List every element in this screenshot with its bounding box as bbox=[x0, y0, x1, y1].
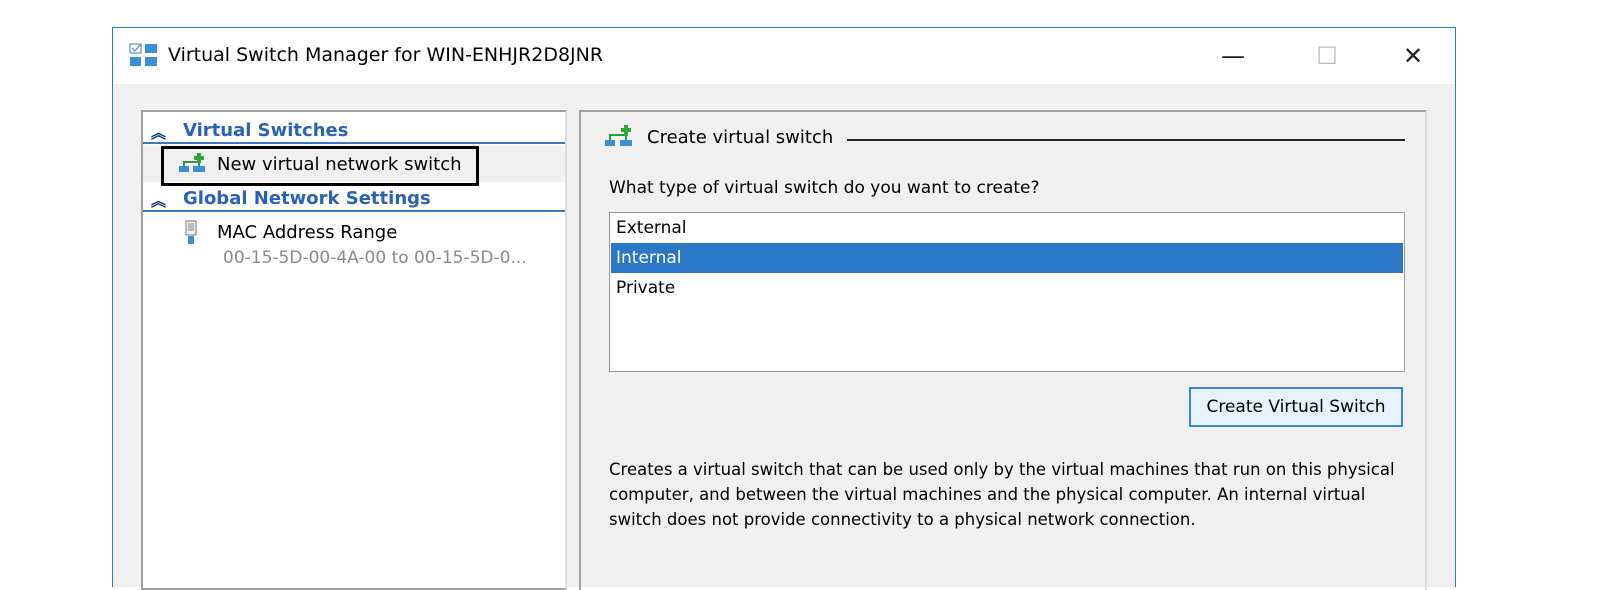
option-internal[interactable]: Internal bbox=[611, 243, 1403, 273]
details-pane: Create virtual switch What type of virtu… bbox=[579, 110, 1427, 590]
network-adapter-icon bbox=[185, 220, 197, 244]
section-title: Create virtual switch bbox=[647, 127, 834, 148]
sidebar-item-new-switch[interactable]: New virtual network switch bbox=[143, 146, 565, 186]
maximize-button[interactable]: ☐ bbox=[1307, 38, 1347, 74]
sidebar-item-mac-range[interactable]: MAC Address Range 00-15-5D-00-4A-00 to 0… bbox=[143, 218, 565, 274]
switch-type-list[interactable]: External Internal Private bbox=[609, 212, 1405, 372]
virtual-switches-header[interactable]: ︽ Virtual Switches bbox=[143, 120, 565, 144]
virtual-switch-manager-window: Virtual Switch Manager for WIN-ENHJR2D8J… bbox=[112, 27, 1456, 590]
global-network-settings-header[interactable]: ︽ Global Network Settings bbox=[143, 188, 565, 212]
create-virtual-switch-button[interactable]: Create Virtual Switch bbox=[1189, 387, 1403, 427]
option-external[interactable]: External bbox=[611, 213, 1403, 243]
collapse-chevron-icon[interactable]: ︽ bbox=[151, 122, 166, 143]
close-button[interactable]: ✕ bbox=[1393, 38, 1433, 74]
title-bar: Virtual Switch Manager for WIN-ENHJR2D8J… bbox=[113, 28, 1455, 84]
switch-type-description: Creates a virtual switch that can be use… bbox=[609, 460, 1395, 529]
switch-type-question: What type of virtual switch do you want … bbox=[609, 178, 1040, 198]
option-private[interactable]: Private bbox=[611, 273, 1403, 303]
add-switch-icon bbox=[605, 125, 632, 146]
window-title: Virtual Switch Manager for WIN-ENHJR2D8J… bbox=[168, 44, 604, 66]
switch-manager-icon bbox=[129, 43, 157, 66]
divider bbox=[847, 139, 1405, 141]
collapse-chevron-icon[interactable]: ︽ bbox=[151, 190, 166, 211]
navigation-pane: ︽ Virtual Switches New virtual network sw… bbox=[141, 110, 567, 590]
minimize-button[interactable]: — bbox=[1213, 38, 1253, 74]
add-switch-icon bbox=[179, 153, 205, 172]
